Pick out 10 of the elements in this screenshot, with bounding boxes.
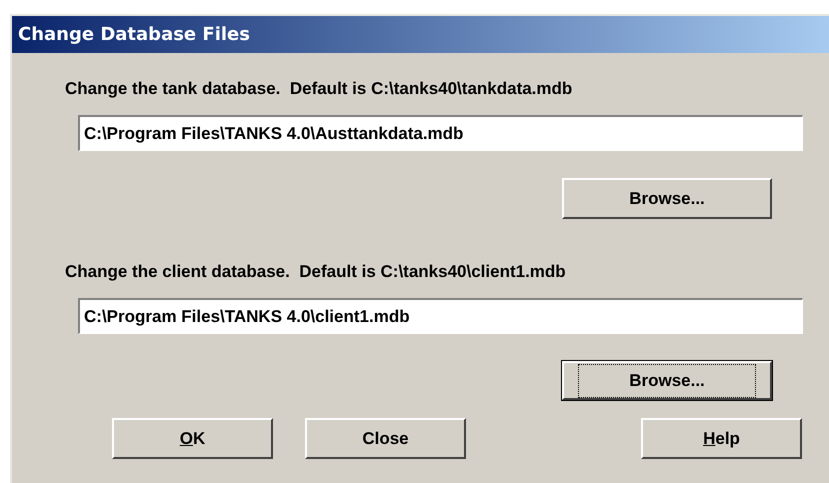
dialog-button[interactable]: OK	[112, 418, 273, 459]
path-input-field[interactable]: C:\Program Files\TANKS 4.0\client1.mdb	[78, 298, 803, 334]
dialog-button[interactable]: Help	[641, 418, 802, 459]
browse-button[interactable]: Browse...	[562, 178, 772, 219]
field-label: Change the tank database. Default is C:\tanks40\tankdata.mdb	[65, 78, 574, 100]
field-label: Change the client database. Default is C:\tanks40\client1.mdb	[65, 261, 567, 283]
window-title: Change Database Files	[18, 24, 250, 45]
browse-button[interactable]: Browse...	[562, 361, 772, 400]
path-input-field[interactable]: C:\Program Files\TANKS 4.0\Austtankdata.mdb	[78, 115, 803, 151]
dialog-button[interactable]: Close	[305, 418, 466, 459]
